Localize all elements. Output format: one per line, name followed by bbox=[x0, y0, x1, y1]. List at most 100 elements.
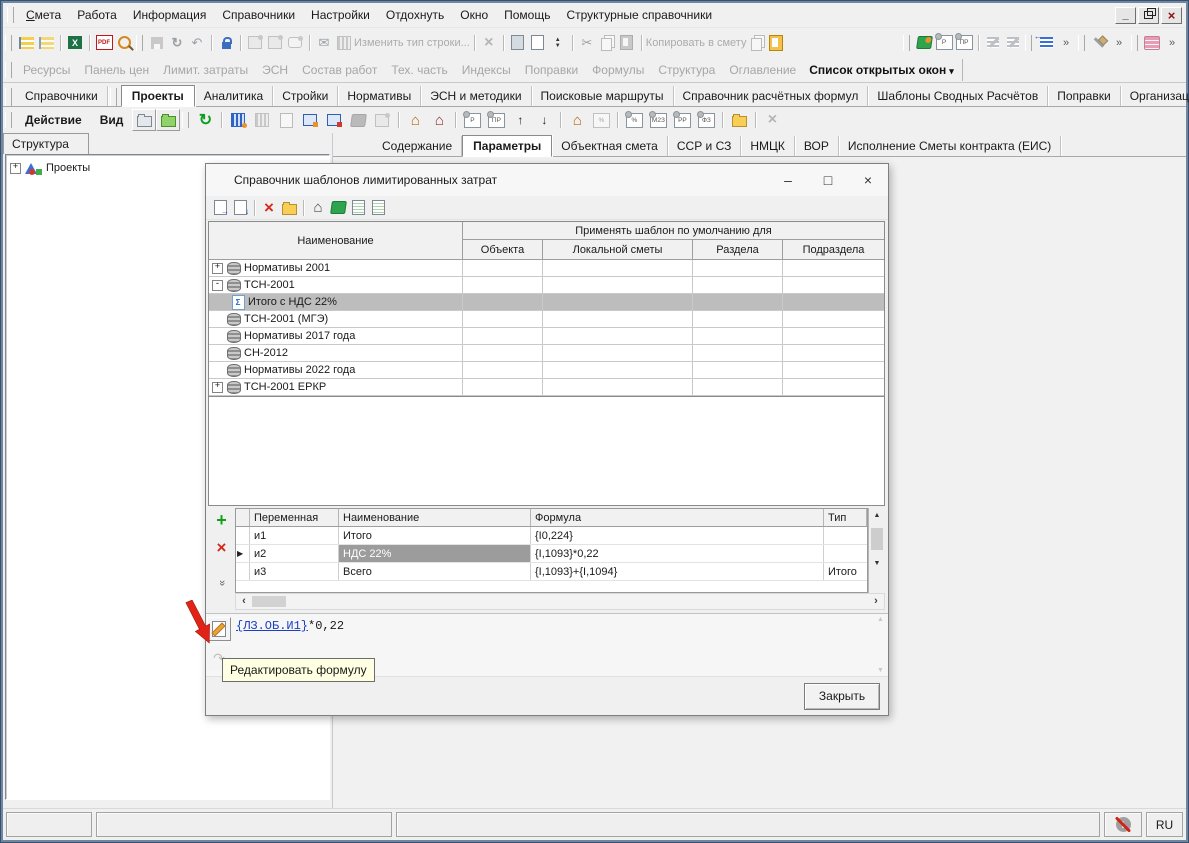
name-cell-selected[interactable]: НДС 22% bbox=[339, 545, 531, 562]
percent-settings-icon[interactable]: % bbox=[589, 109, 613, 131]
export-window-icon[interactable] bbox=[322, 109, 346, 131]
cell-object[interactable] bbox=[463, 362, 543, 378]
move-up-icon[interactable] bbox=[508, 109, 532, 131]
template-row[interactable]: ТСН-2001 (МГЭ) bbox=[209, 311, 884, 328]
cell-object[interactable] bbox=[463, 294, 543, 310]
panel-popravki[interactable]: Поправки bbox=[518, 60, 585, 80]
clear-rows-icon[interactable] bbox=[1003, 33, 1023, 52]
panel-teh-chast[interactable]: Тех. часть bbox=[384, 60, 454, 80]
dialog-minimize-button[interactable]: – bbox=[768, 166, 808, 194]
menu-vid[interactable]: Вид bbox=[91, 109, 133, 131]
menu-spravochniki[interactable]: Справочники bbox=[214, 5, 303, 25]
scroll-up-icon[interactable]: ▲ bbox=[877, 616, 884, 623]
expander-icon[interactable]: - bbox=[212, 280, 223, 291]
paste-icon[interactable] bbox=[617, 33, 637, 52]
cell-object[interactable] bbox=[463, 277, 543, 293]
search-icon[interactable] bbox=[114, 33, 134, 52]
document-icon[interactable] bbox=[348, 198, 368, 217]
cell-section[interactable] bbox=[693, 345, 783, 361]
panel-resursy[interactable]: Ресурсы bbox=[16, 60, 77, 80]
formula-cell[interactable]: {I,1093}*0,22 bbox=[531, 545, 824, 562]
estimate-building-icon[interactable] bbox=[226, 109, 250, 131]
column-header-subsection[interactable]: Подраздела bbox=[783, 240, 884, 259]
document2-icon[interactable] bbox=[368, 198, 388, 217]
cell-object[interactable] bbox=[463, 260, 543, 276]
template-row[interactable]: Нормативы 2022 года bbox=[209, 362, 884, 379]
menu-otdohnut[interactable]: Отдохнуть bbox=[378, 5, 452, 25]
tab-vor[interactable]: ВОР bbox=[795, 136, 839, 156]
tab-spravochniki[interactable]: Справочники bbox=[16, 86, 108, 106]
folder-icon[interactable] bbox=[279, 198, 299, 217]
cell-subsection[interactable] bbox=[783, 362, 884, 378]
tab-spravochnik-raschetnyh-formul[interactable]: Справочник расчётных формул bbox=[674, 86, 869, 106]
copy-icon[interactable] bbox=[597, 33, 617, 52]
horizontal-scrollbar[interactable]: ‹ › bbox=[235, 593, 885, 610]
document-page-icon[interactable] bbox=[274, 109, 298, 131]
paste-to-estimate-icon[interactable] bbox=[766, 33, 786, 52]
panel-oglavlenie[interactable]: Оглавление bbox=[722, 60, 803, 80]
cell-subsection[interactable] bbox=[783, 260, 884, 276]
cell-local-estimate[interactable] bbox=[543, 294, 693, 310]
scroll-left-icon[interactable]: ‹ bbox=[236, 595, 252, 608]
send-icon[interactable] bbox=[314, 33, 334, 52]
toolbar-grip[interactable] bbox=[1078, 35, 1085, 51]
toolbar-grip[interactable] bbox=[5, 112, 12, 128]
menu-smeta[interactable]: Смета bbox=[18, 5, 69, 25]
export-template-icon[interactable]: → bbox=[210, 198, 230, 217]
menu-nastroyki[interactable]: Настройки bbox=[303, 5, 378, 25]
home-icon[interactable] bbox=[308, 198, 328, 217]
tree-insert-icon[interactable] bbox=[36, 33, 56, 52]
pr-box-icon[interactable]: ПР bbox=[484, 109, 508, 131]
template-row[interactable]: Нормативы 2017 года bbox=[209, 328, 884, 345]
scroll-down-icon[interactable]: ▼ bbox=[877, 667, 884, 674]
column-header-name[interactable]: Наименование bbox=[339, 509, 531, 526]
column-header-variable[interactable]: Переменная bbox=[250, 509, 339, 526]
menu-rabota[interactable]: Работа bbox=[69, 5, 125, 25]
tab-poiskovye-marshruty[interactable]: Поисковые маршруты bbox=[532, 86, 674, 106]
unlock-icon[interactable] bbox=[216, 33, 236, 52]
formula-cell[interactable]: {I0,224} bbox=[531, 527, 824, 544]
save-icon[interactable] bbox=[147, 33, 167, 52]
edit-rows-icon[interactable] bbox=[983, 33, 1003, 52]
column-header-type[interactable]: Тип bbox=[824, 509, 867, 526]
formula-link[interactable]: {ЛЗ.ОБ.И1} bbox=[236, 619, 308, 633]
tab-normativy[interactable]: Нормативы bbox=[338, 86, 421, 106]
add-variable-button[interactable] bbox=[212, 510, 232, 530]
panel-formuly[interactable]: Формулы bbox=[585, 60, 651, 80]
move-down-icon[interactable] bbox=[532, 109, 556, 131]
toolbar-grip[interactable] bbox=[5, 62, 12, 78]
toolbar-grip[interactable] bbox=[5, 35, 12, 51]
scroll-down-icon[interactable]: ▼ bbox=[874, 556, 881, 570]
cell-local-estimate[interactable] bbox=[543, 379, 693, 395]
cell-section[interactable] bbox=[693, 328, 783, 344]
yellow-folder-icon[interactable] bbox=[727, 109, 751, 131]
tab-parametry[interactable]: Параметры bbox=[462, 135, 552, 157]
toolbar-grip[interactable] bbox=[1025, 35, 1032, 51]
minimize-button[interactable]: _ bbox=[1115, 7, 1136, 24]
object-building-icon[interactable] bbox=[250, 109, 274, 131]
cell-subsection[interactable] bbox=[783, 311, 884, 327]
cell-local-estimate[interactable] bbox=[543, 311, 693, 327]
p-box-icon[interactable]: P bbox=[460, 109, 484, 131]
menu-informacia[interactable]: Информация bbox=[125, 5, 214, 25]
panel-indeksy[interactable]: Индексы bbox=[455, 60, 518, 80]
scrollbar-thumb[interactable] bbox=[252, 596, 286, 607]
language-indicator[interactable]: RU bbox=[1146, 812, 1183, 837]
cell-section[interactable] bbox=[693, 362, 783, 378]
column-header-name[interactable]: Наименование bbox=[209, 222, 463, 259]
template-row[interactable]: +Нормативы 2001 bbox=[209, 260, 884, 277]
column-header-local-estimate[interactable]: Локальной сметы bbox=[543, 240, 693, 259]
dialog-close-button[interactable]: × bbox=[848, 166, 888, 194]
cell-section[interactable] bbox=[693, 277, 783, 293]
formula-scrollbar[interactable]: ▲▼ bbox=[873, 614, 888, 676]
vertical-scrollbar[interactable]: ▲ ▼ bbox=[868, 508, 885, 593]
cell-section[interactable] bbox=[693, 260, 783, 276]
folder-open-icon[interactable] bbox=[156, 109, 180, 131]
server-settings-icon[interactable] bbox=[245, 33, 265, 52]
cell-object[interactable] bbox=[463, 379, 543, 395]
cell-local-estimate[interactable] bbox=[543, 277, 693, 293]
undo-icon[interactable] bbox=[187, 33, 207, 52]
panel-struktura[interactable]: Структура bbox=[651, 60, 722, 80]
expander-icon[interactable]: + bbox=[212, 263, 223, 274]
template-row[interactable]: -ТСН-2001 bbox=[209, 277, 884, 294]
